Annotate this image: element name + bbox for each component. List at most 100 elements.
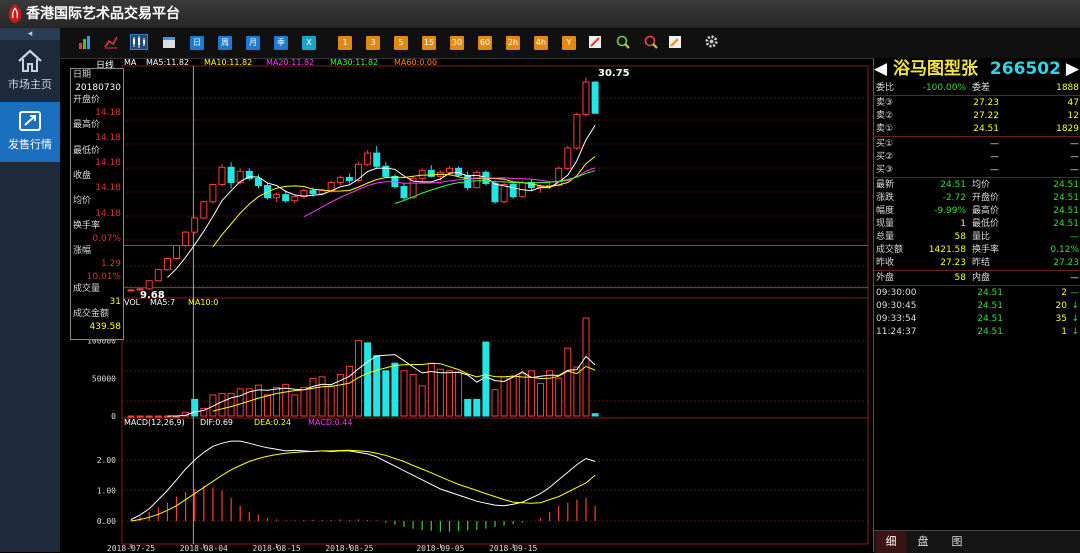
candle-body xyxy=(591,81,599,114)
stat-row: 总量 58 量比 — xyxy=(876,231,1079,243)
edit-icon[interactable] xyxy=(668,35,682,49)
sell-qty: 1829 xyxy=(1056,124,1079,134)
buy-qty: — xyxy=(1070,139,1079,149)
sidebar-item-sale-quotes[interactable]: 发售行情 xyxy=(0,102,60,162)
zoom-in-icon[interactable] xyxy=(616,35,630,49)
stat-label-1: 最新 xyxy=(876,180,895,190)
tab-detail[interactable]: 细 xyxy=(876,531,906,553)
divider xyxy=(874,177,1080,178)
period-button-7[interactable]: 5 xyxy=(394,36,408,50)
volume-bar xyxy=(418,385,426,417)
line-chart-icon[interactable] xyxy=(104,35,118,49)
candle-body xyxy=(455,167,463,176)
dea-label: DEA:0.24 xyxy=(254,418,292,427)
sidebar-item-label: 市场主页 xyxy=(8,78,52,91)
stat-label-2: 量比 xyxy=(972,232,991,242)
volume-bar xyxy=(218,392,226,417)
buy-row: 买③ — — xyxy=(876,164,1079,176)
period-button-6[interactable]: 3 xyxy=(366,36,380,50)
calendar-icon[interactable] xyxy=(162,35,176,49)
ma-label: MA xyxy=(124,58,137,67)
zoom-out-icon[interactable] xyxy=(644,35,658,49)
volume-bar xyxy=(555,377,563,417)
candle-body xyxy=(373,152,381,167)
buy-price: — xyxy=(990,139,999,149)
sell-label: 卖③ xyxy=(876,98,894,108)
stat-value-2: 24.51 xyxy=(1053,193,1079,203)
bar-chart-icon[interactable] xyxy=(78,35,92,49)
volume-bar xyxy=(382,370,390,417)
candle-body xyxy=(509,184,517,198)
volume-tick-label: 50000 xyxy=(92,374,116,383)
tick-qty: 35 xyxy=(1055,314,1067,324)
quote-code: 266502 xyxy=(989,59,1061,79)
sell-qty: 47 xyxy=(1067,98,1079,108)
info-value-change-pct: 10.01% xyxy=(86,271,121,282)
ma30-label: MA30:11.82 xyxy=(330,58,379,67)
weibi-label: 委比 xyxy=(876,83,895,93)
prev-arrow-icon[interactable]: ◀ xyxy=(874,59,887,79)
period-button-13[interactable]: Y xyxy=(562,36,576,50)
info-label-change: 涨幅 xyxy=(73,246,92,257)
title-bar: 香港国际艺术品交易平台 xyxy=(0,0,1080,28)
ma10-line xyxy=(212,156,596,248)
candle-body xyxy=(500,184,508,203)
buy-label: 买① xyxy=(876,139,894,149)
outer-label: 外盘 xyxy=(876,273,895,283)
volume-bar xyxy=(318,376,326,417)
tick-dir: — xyxy=(1070,288,1079,298)
period-button-11[interactable]: 2h xyxy=(506,36,520,50)
candle-body xyxy=(345,176,353,181)
info-label-amount: 成交金额 xyxy=(73,309,110,320)
stat-label-2: 均价 xyxy=(972,180,991,190)
period-button-0[interactable]: 日 xyxy=(190,36,204,50)
tick-qty: 2 xyxy=(1061,288,1067,298)
stat-label-1: 现量 xyxy=(876,219,895,229)
info-value-high: 14.18 xyxy=(95,132,121,143)
period-button-8[interactable]: 15 xyxy=(422,36,436,50)
candle-body xyxy=(446,167,453,173)
stat-label-2: 昨结 xyxy=(972,258,991,268)
volume-bar xyxy=(518,373,526,417)
weibi-row: 委比 -100.00% 委差 1888 xyxy=(876,82,1079,94)
period-button-12[interactable]: 4h xyxy=(534,36,548,50)
stat-value-1: -9.99% xyxy=(934,206,966,216)
period-button-10[interactable]: 60 xyxy=(478,36,492,50)
next-arrow-icon[interactable]: ▶ xyxy=(1066,58,1079,80)
volume-bar xyxy=(291,394,299,417)
period-button-9[interactable]: 30 xyxy=(450,36,464,50)
tab-orderbook[interactable]: 盘 xyxy=(908,531,938,553)
sidebar-item-market-home[interactable]: 市场主页 xyxy=(0,42,60,102)
candle-body xyxy=(573,114,581,149)
stat-value-1: 1421.58 xyxy=(928,245,966,255)
info-value-turnover: 0.07% xyxy=(92,233,121,244)
buy-price: — xyxy=(990,165,999,175)
period-button-3[interactable]: 季 xyxy=(274,36,288,50)
stat-value-2: 24.51 xyxy=(1053,180,1079,190)
quote-panel: ◀ 浴马图型张 266502 ▶ 委比 -100.00% 委差 1888 卖③ 27.23… xyxy=(873,58,1080,553)
outer-value: 58 xyxy=(954,273,966,283)
drawing-tool-icon[interactable] xyxy=(588,35,602,49)
stat-value-2: — xyxy=(1070,232,1079,242)
tick-row: 09:33:54 24.51 35 ↓ xyxy=(876,313,1079,325)
settings-gear-icon[interactable] xyxy=(704,34,719,49)
volume-bar xyxy=(509,376,517,417)
period-button-2[interactable]: 月 xyxy=(246,36,260,50)
chart-area[interactable]: 0 50000 100000 0.00 1.00 2.00 2018-07-25 2018-0… xyxy=(68,58,872,552)
volume-bar xyxy=(537,383,544,417)
period-button-4[interactable]: X xyxy=(302,36,316,50)
toolbar: 日周月季 X 1 3 5 15 30 60 2h 4h Y xyxy=(60,28,1080,59)
tick-time: 09:33:54 xyxy=(876,314,917,324)
sidebar: ◂ 市场主页 发售行情 xyxy=(0,28,60,552)
quote-name: 浴马图型张 xyxy=(893,59,978,79)
ma5-line xyxy=(167,125,596,278)
period-button-1[interactable]: 周 xyxy=(218,36,232,50)
tab-chart[interactable]: 图 xyxy=(942,531,972,553)
vol-label: VOL xyxy=(124,298,141,307)
volume-bar xyxy=(573,366,581,417)
info-label-close: 收盘 xyxy=(73,170,92,181)
period-button-5[interactable]: 1 xyxy=(338,36,352,50)
sidebar-collapse-button[interactable]: ◂ xyxy=(0,28,60,40)
candlestick-icon[interactable] xyxy=(130,34,148,50)
stat-label-1: 幅度 xyxy=(876,206,895,216)
